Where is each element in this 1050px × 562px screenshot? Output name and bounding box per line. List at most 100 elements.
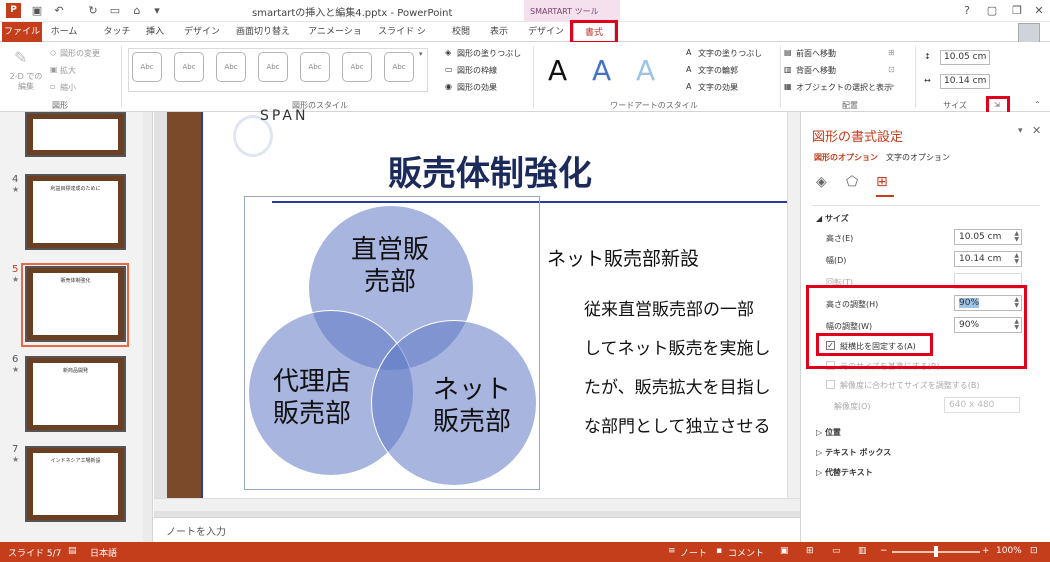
gallery-more-icon[interactable]: ▾ xyxy=(419,50,423,58)
shape-style-2[interactable]: Abc xyxy=(174,52,204,82)
close-icon[interactable]: ✕ xyxy=(1032,4,1046,18)
slide-body-line[interactable]: たが、販売拡大を目指し xyxy=(584,373,771,398)
venn-label-direct-sales[interactable]: 直営販 売部 xyxy=(330,234,450,298)
reading-view-icon[interactable]: ▭ xyxy=(832,546,841,556)
thumbnail-slide-5[interactable]: 販売体制強化 xyxy=(25,266,126,342)
height-input[interactable]: 10.05 cm ▲ ▼ xyxy=(954,229,1022,245)
spin-arrows-icon[interactable]: ▲ ▼ xyxy=(1014,253,1019,265)
effects-icon[interactable]: ⬠ xyxy=(846,174,858,190)
tab-animations[interactable]: アニメーション xyxy=(304,22,366,57)
tab-transitions[interactable]: 画面切り替え xyxy=(232,22,294,42)
restore-icon[interactable]: ❐ xyxy=(1010,4,1024,18)
slide-title[interactable]: 販売体制強化 xyxy=(388,146,592,195)
enlarge-button[interactable]: 拡大 xyxy=(60,65,76,76)
shape-style-6[interactable]: Abc xyxy=(342,52,372,82)
group-icon[interactable]: ⊡ xyxy=(888,65,895,74)
zoom-slider-thumb[interactable] xyxy=(934,546,938,557)
tab-slideshow[interactable]: スライド ショー xyxy=(374,22,430,57)
bring-forward-button[interactable]: 前面へ移動 xyxy=(796,48,836,59)
customize-qat-icon[interactable]: ▾ xyxy=(150,4,164,18)
ribbon-height-input[interactable]: 10.05 cm xyxy=(940,50,990,65)
thumbnail-slide-7[interactable]: インドネシア工場新設 xyxy=(25,446,126,522)
venn-label-net-sales[interactable]: ネット 販売部 xyxy=(412,374,532,438)
avatar[interactable] xyxy=(1018,23,1040,43)
language-indicator[interactable]: 日本語 xyxy=(90,546,117,559)
tab-home[interactable]: ホーム xyxy=(46,22,82,42)
save-icon[interactable]: ▣ xyxy=(30,4,44,18)
spellcheck-icon[interactable]: ▤ xyxy=(68,546,77,556)
normal-view-icon[interactable]: ▣ xyxy=(780,546,789,556)
shape-outline-button[interactable]: 図形の枠線 xyxy=(457,65,497,76)
notes-area[interactable] xyxy=(154,517,800,542)
shape-style-4[interactable]: Abc xyxy=(258,52,288,82)
tab-review[interactable]: 校閲 xyxy=(446,22,476,42)
shape-style-1[interactable]: Abc xyxy=(132,52,162,82)
section-collapsed-icon: ▷ xyxy=(816,428,825,437)
pane-options-icon[interactable]: ▾ xyxy=(1018,126,1023,136)
ribbon-width-input[interactable]: 10.14 cm xyxy=(940,74,990,89)
shape-effects-button[interactable]: 図形の効果 xyxy=(457,82,497,93)
shape-style-3[interactable]: Abc xyxy=(216,52,246,82)
editor-horizontal-scrollbar[interactable] xyxy=(154,498,800,511)
alt-text-section[interactable]: ▷ 代替テキスト xyxy=(816,467,873,478)
thumbnail-slide-6[interactable]: 新商品開発 xyxy=(25,356,126,432)
width-input[interactable]: 10.14 cm ▲ ▼ xyxy=(954,251,1022,267)
change-shape-button[interactable]: 図形の変更 xyxy=(60,48,100,59)
slideshow-view-icon[interactable]: ▥ xyxy=(858,546,867,556)
rotate-icon[interactable]: ⟳ xyxy=(888,82,895,91)
tab-insert[interactable]: 挿入 xyxy=(140,22,170,42)
zoom-in-icon[interactable]: + xyxy=(982,546,990,556)
tab-smartart-design[interactable]: デザイン xyxy=(526,22,566,42)
fill-line-icon[interactable]: ◈ xyxy=(816,174,827,190)
thumbnail-slide-4[interactable]: 利益目標達成のために xyxy=(25,174,126,250)
zoom-level[interactable]: 100% xyxy=(996,546,1022,556)
text-effects-button[interactable]: 文字の効果 xyxy=(698,82,738,93)
text-outline-button[interactable]: 文字の輪郭 xyxy=(698,65,738,76)
slide-subheading[interactable]: ネット販売部新設 xyxy=(547,244,699,271)
size-section-header[interactable]: ◢ サイズ xyxy=(816,213,849,224)
editor-vertical-scrollbar[interactable] xyxy=(787,112,800,498)
wordart-style-light[interactable]: A xyxy=(636,54,655,87)
venn-label-agency-sales[interactable]: 代理店 販売部 xyxy=(252,366,372,430)
slide-body-line[interactable]: してネット販売を実施し xyxy=(584,334,771,359)
wordart-style-blue[interactable]: A xyxy=(592,54,611,87)
tab-design[interactable]: デザイン xyxy=(182,22,222,42)
zoom-out-icon[interactable]: − xyxy=(880,546,888,556)
thumbnail-slide-3[interactable] xyxy=(25,112,126,157)
notes-toggle[interactable]: ノート xyxy=(680,546,707,559)
shape-fill-button[interactable]: 図形の塗りつぶし xyxy=(457,48,521,59)
pane-close-icon[interactable]: ✕ xyxy=(1032,124,1041,137)
shape-style-7[interactable]: Abc xyxy=(384,52,414,82)
redo-icon[interactable]: ↻ xyxy=(86,4,100,18)
undo-icon[interactable]: ↶ xyxy=(52,4,66,18)
help-icon[interactable]: ? xyxy=(960,4,974,18)
slide-body-line[interactable]: 従来直営販売部の一部 xyxy=(584,295,754,320)
slide-sorter-icon[interactable]: ⊞ xyxy=(806,546,814,556)
start-slideshow-icon[interactable]: ▭ xyxy=(108,4,122,18)
ribbon-display-icon[interactable]: ▢ xyxy=(985,4,999,18)
comments-toggle[interactable]: コメント xyxy=(728,546,764,559)
size-properties-icon[interactable]: ⊞ xyxy=(876,174,888,190)
shape-style-5[interactable]: Abc xyxy=(300,52,330,82)
collapse-ribbon-icon[interactable]: ⌃ xyxy=(1034,100,1041,109)
slide-body-line[interactable]: な部門として独立させる xyxy=(584,412,771,437)
fit-slide-icon[interactable]: ⊡ xyxy=(1030,546,1038,556)
position-section[interactable]: ▷ 位置 xyxy=(816,427,841,438)
2d-edit-button[interactable]: 2-D での 編集 xyxy=(6,72,46,92)
spin-arrows-icon[interactable]: ▲ ▼ xyxy=(1014,231,1019,243)
notes-placeholder[interactable]: ノートを入力 xyxy=(166,523,226,538)
tab-shape-options[interactable]: 図形のオプション xyxy=(814,152,878,163)
wordart-style-black[interactable]: A xyxy=(548,54,567,87)
tab-touch[interactable]: タッチ xyxy=(100,22,134,42)
tab-file[interactable]: ファイル xyxy=(2,22,42,42)
tab-text-options[interactable]: 文字のオプション xyxy=(886,152,950,163)
tab-view[interactable]: 表示 xyxy=(484,22,514,42)
textbox-section[interactable]: ▷ テキスト ボックス xyxy=(816,447,891,458)
align-icon[interactable]: ⊞ xyxy=(888,48,895,57)
open-folder-icon[interactable]: ⌂ xyxy=(130,4,144,18)
send-backward-button[interactable]: 背面へ移動 xyxy=(796,65,836,76)
thumbnail-scrollbar[interactable] xyxy=(143,112,152,542)
selection-pane-button[interactable]: オブジェクトの選択と表示 xyxy=(796,82,892,93)
shrink-button[interactable]: 縮小 xyxy=(60,82,76,93)
text-fill-button[interactable]: 文字の塗りつぶし xyxy=(698,48,762,59)
